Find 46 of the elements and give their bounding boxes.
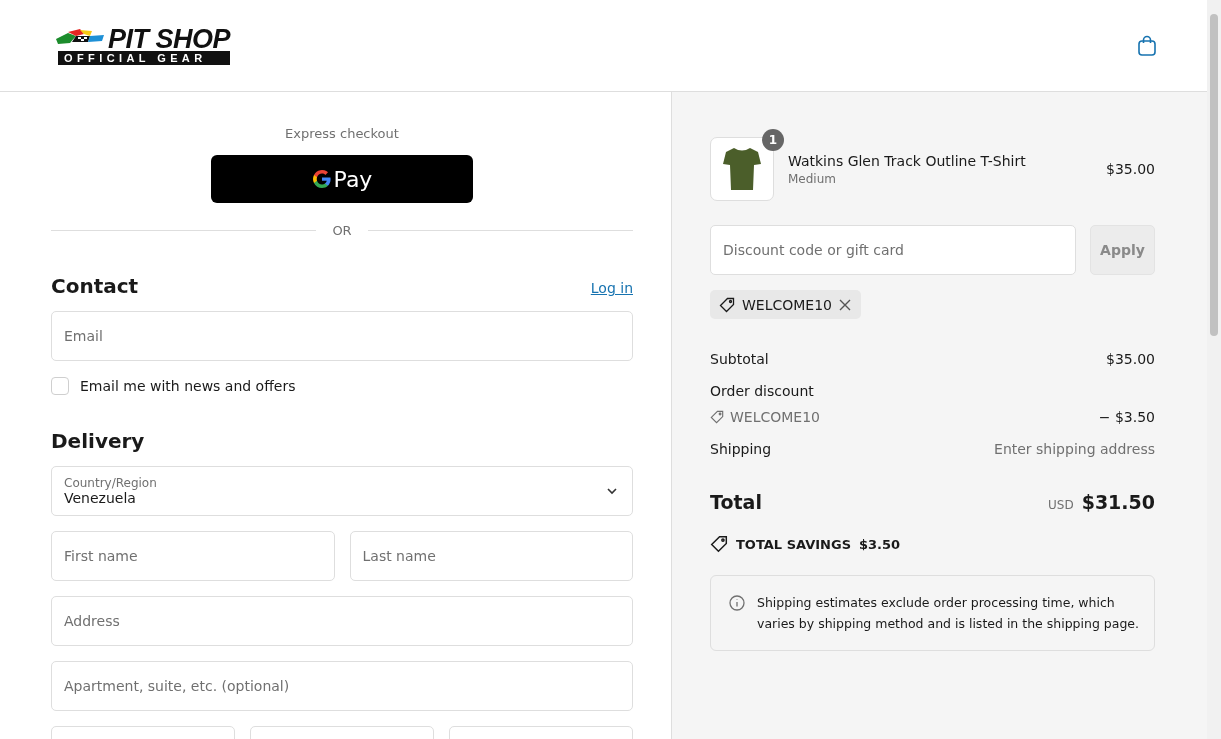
shopping-bag-icon[interactable] xyxy=(1137,34,1157,57)
summary-label: Order discount xyxy=(710,383,814,399)
tags-icon xyxy=(710,535,728,553)
t-shirt-icon xyxy=(722,146,762,192)
tag-icon xyxy=(719,296,735,313)
text-field[interactable]: Address xyxy=(51,596,633,646)
product-price: $35.00 xyxy=(1106,161,1155,177)
delivery-heading: Delivery xyxy=(51,429,145,453)
summary-label: Shipping xyxy=(710,441,772,457)
total-amount: $31.50 xyxy=(1081,491,1155,513)
scrollbar[interactable] xyxy=(1207,0,1221,739)
newsletter-label: Email me with news and offers xyxy=(80,378,296,394)
chevron-down-icon xyxy=(606,487,618,495)
google-g-icon xyxy=(311,169,332,189)
email-field[interactable]: Email xyxy=(51,311,633,361)
country-select[interactable]: Country/Region Venezuela xyxy=(51,466,633,516)
summary-label: Subtotal xyxy=(710,351,769,367)
close-icon[interactable] xyxy=(839,298,852,311)
summary-value: Enter shipping address xyxy=(994,441,1155,457)
summary-value: $35.00 xyxy=(1106,351,1155,367)
product-variant: Medium xyxy=(788,171,837,186)
log-in-link[interactable]: Log in xyxy=(590,280,633,296)
text-field[interactable]: First name xyxy=(51,531,335,581)
shipping-note-text: Shipping estimates exclude order processing time, which varies by shipping method and is listed in the shipping page. xyxy=(757,594,1140,633)
logo-subtitle: OFFICIAL GEAR xyxy=(58,50,231,65)
total-savings-amount: $3.50 xyxy=(859,536,901,552)
newsletter-checkbox[interactable] xyxy=(51,377,69,395)
contact-heading: Contact xyxy=(51,274,139,298)
express-checkout-title: Express checkout xyxy=(285,126,399,141)
text-field[interactable]: Apartment, suite, etc. (optional) xyxy=(51,661,633,711)
or-divider-label: OR xyxy=(332,223,352,238)
info-icon xyxy=(729,595,745,611)
currency-label: USD xyxy=(1048,498,1074,512)
discount-code-field[interactable]: Discount code or gift card xyxy=(710,225,1076,275)
google-pay-button[interactable]: Pay xyxy=(211,155,473,203)
discount-code-label: WELCOME10 xyxy=(730,409,821,425)
product-name: Watkins Glen Track Outline T-Shirt xyxy=(788,152,1027,169)
quantity-badge: 1 xyxy=(762,129,784,151)
text-field[interactable]: Last name xyxy=(349,531,633,581)
logo-title: PIT SHOP xyxy=(108,26,231,51)
tag-icon xyxy=(710,410,724,424)
summary-value: − $3.50 xyxy=(1098,409,1155,425)
checkered-flag-icon xyxy=(54,26,106,47)
discount-code-label: WELCOME10 xyxy=(742,296,833,313)
total-savings-label: TOTAL SAVINGS xyxy=(736,536,851,552)
total-label: Total xyxy=(710,491,762,513)
